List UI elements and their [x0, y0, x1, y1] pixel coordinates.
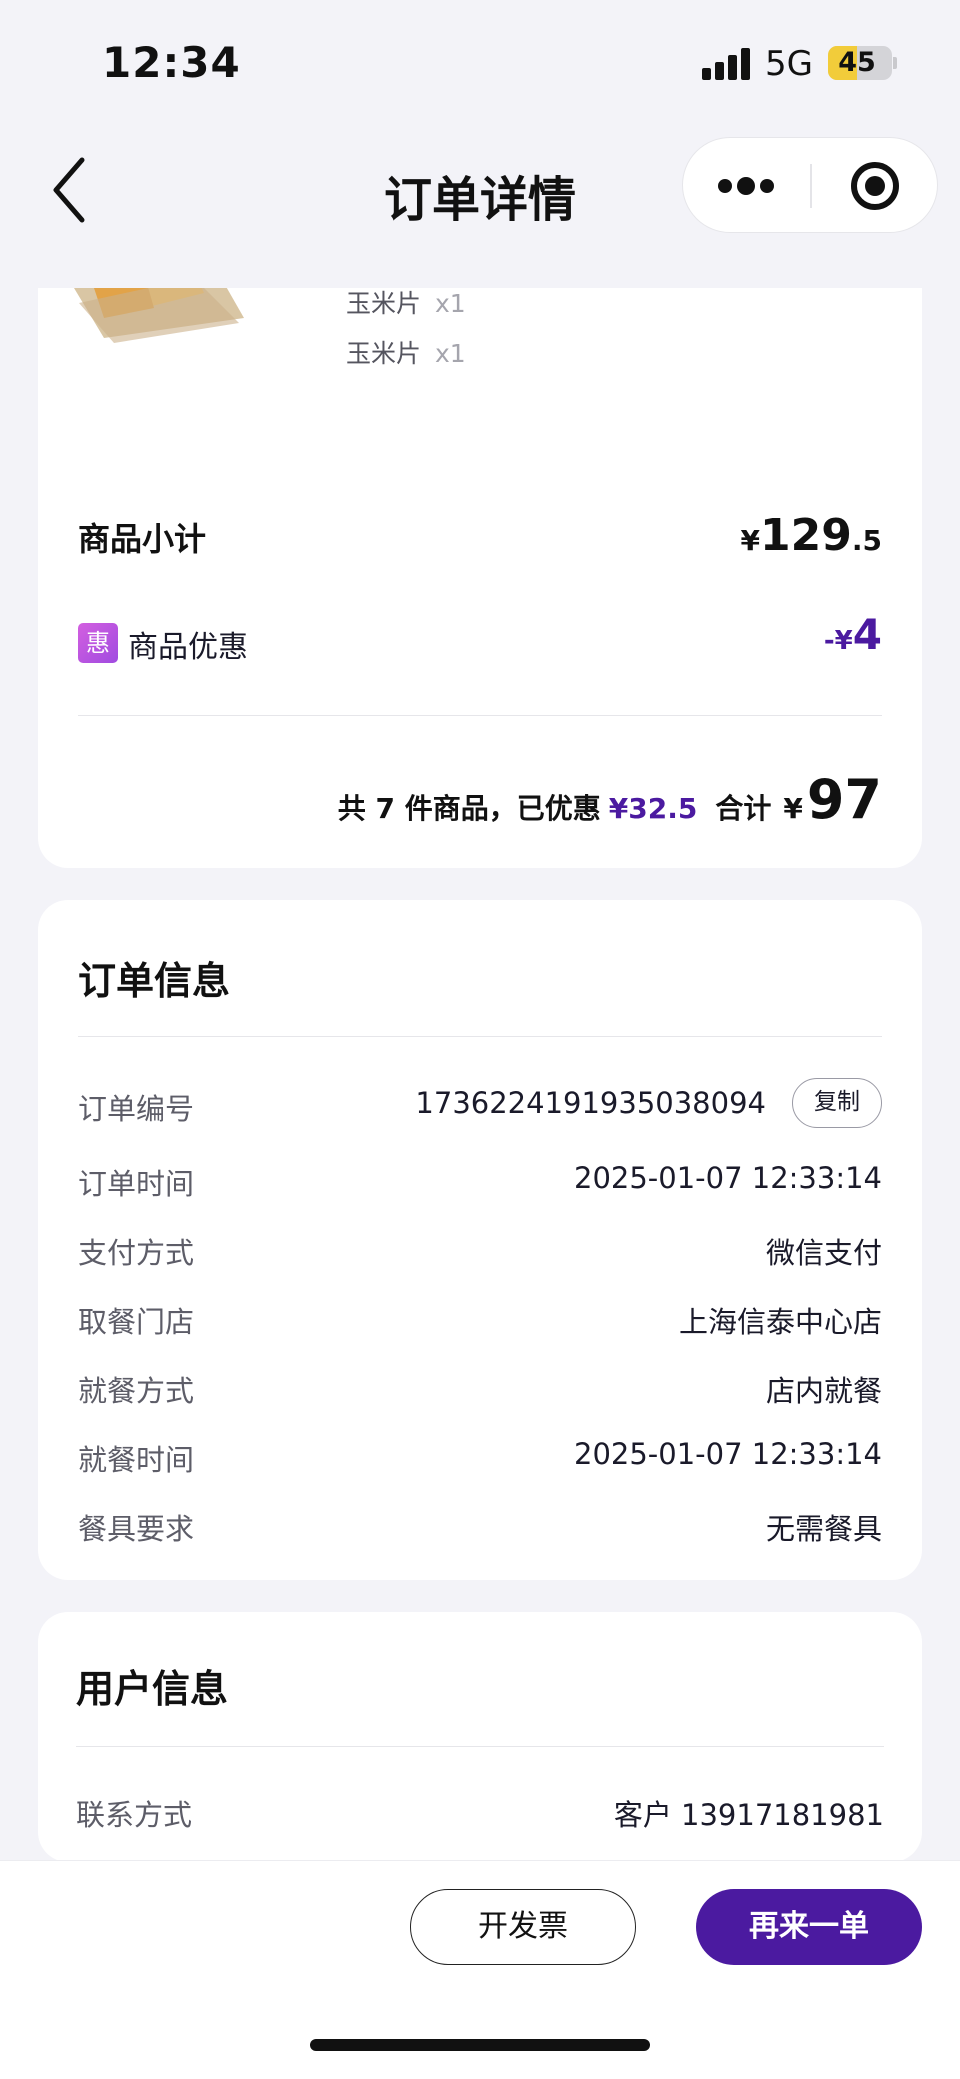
- network-type: 5G: [765, 44, 813, 84]
- bottom-action-bar: 开发票 再来一单: [0, 1860, 960, 2079]
- currency-symbol: ¥: [783, 792, 803, 825]
- divider: [78, 715, 882, 716]
- discount-prefix: -¥: [823, 626, 853, 656]
- saved-amount: ¥32.5: [608, 792, 698, 825]
- signal-icon: [702, 48, 750, 80]
- row-label: 订单时间: [78, 1167, 195, 1201]
- status-time: 12:34: [102, 38, 241, 87]
- order-time-row: 订单时间 2025-01-07 12:33:14: [78, 1153, 882, 1205]
- utensils-row: 餐具要求 无需餐具: [78, 1498, 882, 1550]
- item-name: 玉米片: [346, 289, 422, 318]
- reorder-button[interactable]: 再来一单: [696, 1889, 922, 1965]
- more-dots-icon[interactable]: [683, 138, 810, 234]
- item-qty: x1: [435, 339, 466, 368]
- row-value: 店内就餐: [765, 1374, 882, 1408]
- row-label: 订单编号: [78, 1092, 195, 1126]
- dining-method-row: 就餐方式 店内就餐: [78, 1360, 882, 1412]
- row-label: 就餐时间: [78, 1443, 195, 1477]
- row-label: 联系方式: [76, 1798, 193, 1832]
- user-info-card: 用户信息 联系方式 客户 13917181981: [38, 1612, 922, 1862]
- discount-badge-icon: 惠: [78, 623, 118, 663]
- section-title: 订单信息: [78, 959, 231, 1003]
- divider: [76, 1746, 884, 1747]
- currency-symbol: ¥: [740, 524, 761, 557]
- copy-button[interactable]: 复制: [792, 1078, 882, 1128]
- item-qty: x1: [435, 289, 466, 318]
- section-title: 用户信息: [76, 1667, 229, 1711]
- row-value: 微信支付: [765, 1236, 882, 1270]
- order-number-row: 订单编号 1736224191935038094 复制: [78, 1078, 882, 1130]
- battery-icon: 45: [828, 46, 892, 80]
- discount-value: -¥4: [824, 610, 882, 659]
- battery-tip: [893, 57, 897, 69]
- payment-method-row: 支付方式 微信支付: [78, 1222, 882, 1274]
- dining-time-row: 就餐时间 2025-01-07 12:33:14: [78, 1429, 882, 1481]
- row-value: 无需餐具: [765, 1512, 882, 1546]
- mini-program-capsule: [682, 137, 938, 233]
- row-label: 餐具要求: [78, 1512, 195, 1546]
- divider: [78, 1036, 882, 1037]
- row-label: 支付方式: [78, 1236, 195, 1270]
- order-info-card: 订单信息 订单编号 1736224191935038094 复制 订单时间 20…: [38, 900, 922, 1580]
- home-indicator: [310, 2039, 650, 2051]
- target-icon[interactable]: [812, 138, 939, 234]
- nav-bar: 订单详情: [0, 130, 960, 280]
- subtotal-decimal: .5: [851, 524, 882, 557]
- food-image: [74, 288, 244, 343]
- list-item: 玉米片 x1: [346, 288, 466, 320]
- row-value: 2025-01-07 12:33:14: [574, 1437, 882, 1471]
- contact-row: 联系方式 客户 13917181981: [76, 1784, 884, 1836]
- item-name: 玉米片: [346, 339, 422, 368]
- order-items-card: 玉米片 x1 玉米片 x1 商品小计 ¥129.5 惠 商品优惠 -¥4 共 7 件…: [38, 288, 922, 868]
- contact-value: 客户 13917181981: [613, 1798, 884, 1832]
- status-bar: 12:34 5G 45: [0, 0, 960, 130]
- invoice-button[interactable]: 开发票: [410, 1889, 636, 1965]
- list-item: 玉米片 x1: [346, 334, 466, 370]
- battery-level: 45: [838, 47, 876, 78]
- subtotal-label: 商品小计: [78, 520, 207, 558]
- total-amount: 97: [806, 768, 882, 831]
- discount-label: 商品优惠: [128, 630, 248, 665]
- row-value: 2025-01-07 12:33:14: [574, 1161, 882, 1195]
- discount-amount: 4: [852, 610, 882, 659]
- total-label: 合计: [715, 792, 772, 825]
- order-summary: 共 7 件商品，已优惠 ¥32.5 合计 ¥ 97: [338, 768, 882, 831]
- row-label: 取餐门店: [78, 1305, 195, 1339]
- row-value: 上海信泰中心店: [678, 1305, 882, 1339]
- row-label: 就餐方式: [78, 1374, 195, 1408]
- pickup-store-row: 取餐门店 上海信泰中心店: [78, 1291, 882, 1343]
- subtotal-value: ¥129.5: [741, 510, 882, 561]
- summary-text: 共 7 件商品，已优惠: [337, 792, 601, 825]
- order-number: 1736224191935038094: [415, 1086, 766, 1120]
- subtotal-integer: 129: [760, 510, 852, 561]
